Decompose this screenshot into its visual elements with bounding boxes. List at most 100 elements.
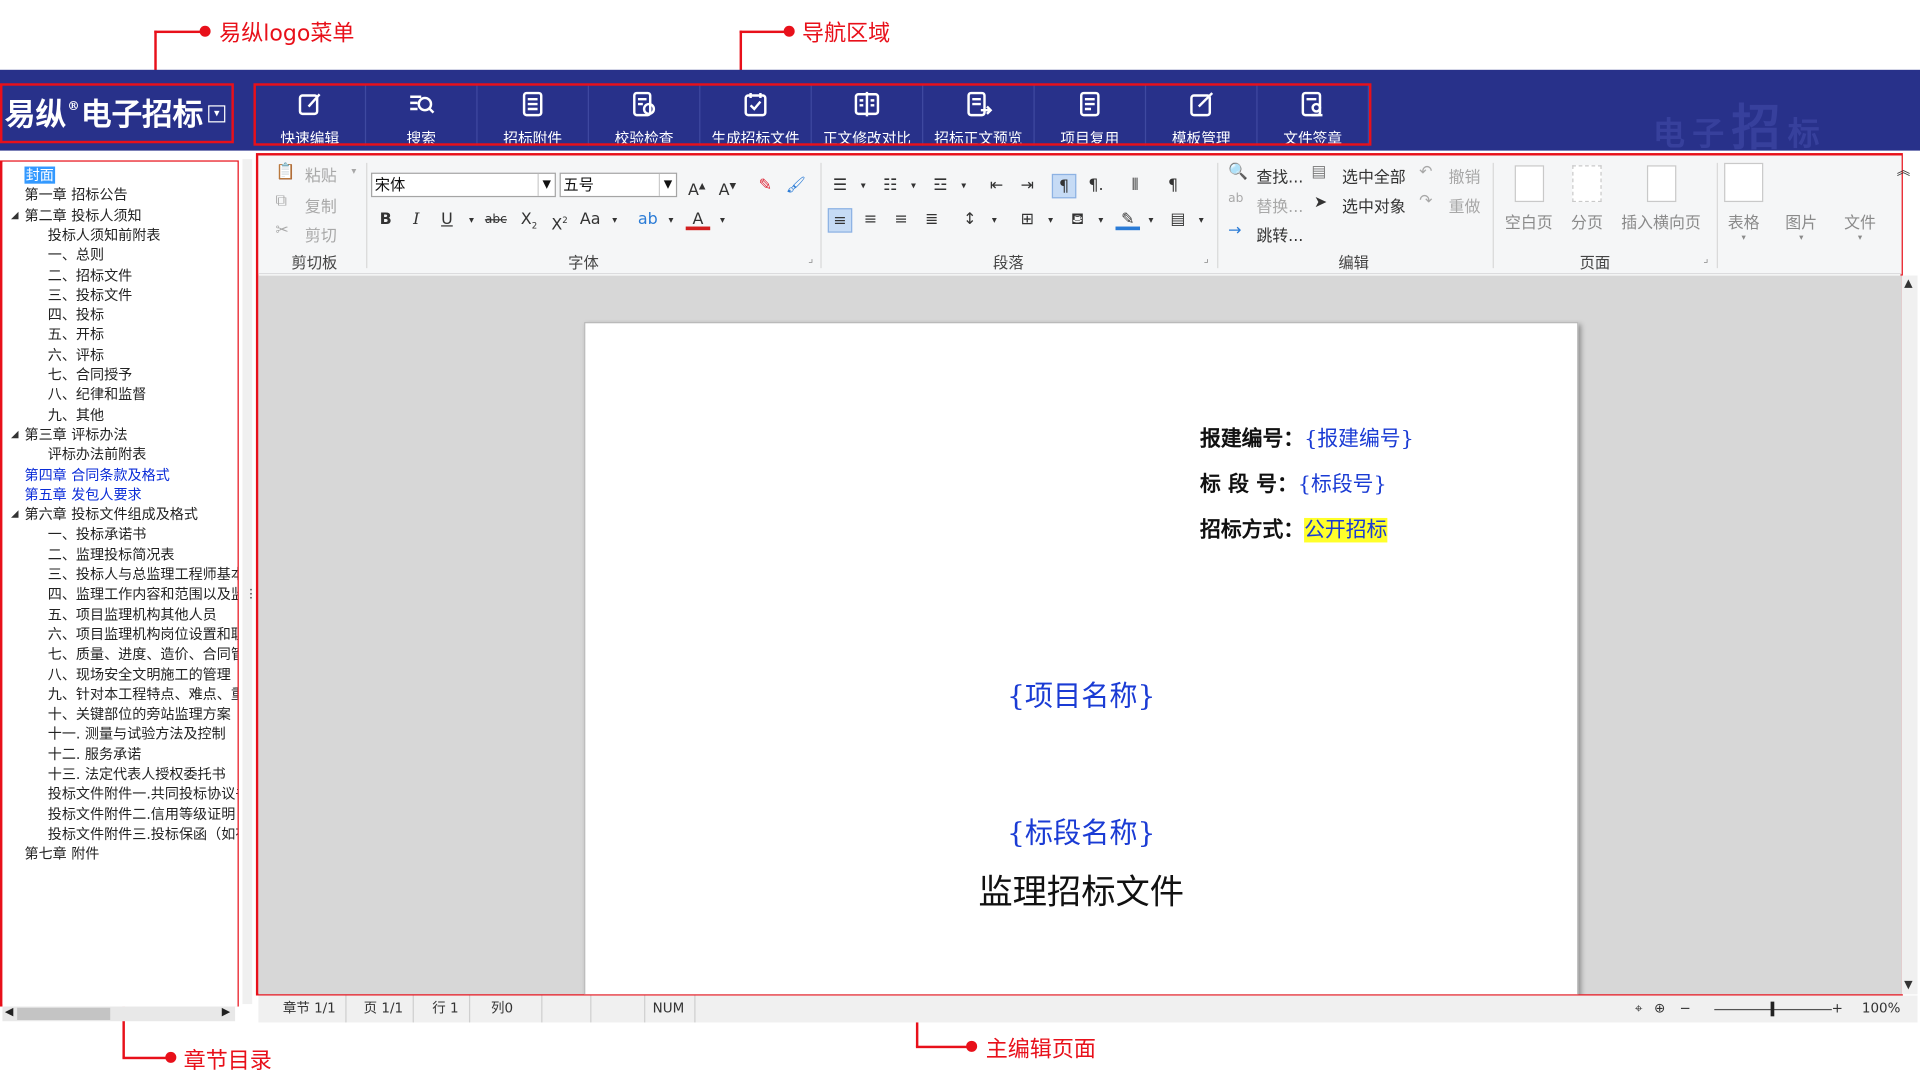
expand-toggle-icon[interactable]: ◢ — [11, 205, 19, 225]
tree-item[interactable]: 二、监理投标简况表 — [48, 545, 175, 565]
tree-item[interactable]: 十二. 服务承诺 — [48, 744, 141, 764]
nav-button-7[interactable]: 招标正文预览 — [923, 84, 1035, 147]
multilevel-list-icon[interactable]: ☲ — [928, 174, 952, 198]
tree-item[interactable]: 九、其他 — [48, 405, 104, 425]
borders-icon[interactable]: ⊞ — [1015, 208, 1039, 232]
tree-item[interactable]: 三、投标人与总监理工程师基本情况 — [48, 564, 238, 584]
bold-icon[interactable]: B — [373, 208, 397, 232]
tree-item[interactable]: ◢ 第三章 评标办法 — [11, 425, 128, 445]
shrink-font-icon[interactable]: A▼ — [715, 174, 739, 200]
highlight-dropdown-icon[interactable]: ▾ — [1139, 208, 1163, 232]
numbering-dropdown-icon[interactable]: ▾ — [901, 174, 925, 198]
justify-icon[interactable]: ≣ — [920, 208, 944, 232]
scroll-up-icon[interactable]: ▲ — [1904, 278, 1912, 290]
nav-button-3[interactable]: 招标附件 — [478, 84, 589, 147]
nav-button-6[interactable]: 正文修改对比 — [812, 84, 924, 147]
document-title[interactable]: 监理招标文件 — [585, 866, 1577, 915]
project-name-placeholder[interactable]: {项目名称} — [585, 672, 1577, 714]
zoom-out-button[interactable]: − — [1680, 1000, 1691, 1016]
cover-meta-row[interactable]: 标 段 号：{标段号} — [1200, 467, 1387, 497]
bullets-icon[interactable]: ☰ — [828, 174, 852, 198]
tree-item[interactable]: 一、总则 — [48, 245, 104, 265]
tree-item[interactable]: 十三. 法定代表人授权委托书 — [48, 764, 226, 784]
nav-button-10[interactable]: 文件签章 — [1258, 84, 1369, 147]
collapse-ribbon-icon[interactable]: ︽ — [1897, 160, 1910, 180]
tree-item[interactable]: 封面 — [24, 165, 56, 185]
editor-vertical-scrollbar[interactable]: ▲ ▼ — [1901, 275, 1918, 995]
paste-dropdown-icon[interactable]: ▾ — [351, 165, 356, 176]
pane-splitter[interactable]: ⋮ — [242, 159, 257, 1005]
fit-page-icon[interactable]: ⌖ — [1635, 1000, 1643, 1016]
tree-item[interactable]: 五、项目监理机构其他人员 — [48, 604, 217, 624]
tree-item[interactable]: 四、监理工作内容和范围以及监理目标 — [48, 584, 238, 604]
expand-toggle-icon[interactable]: ◢ — [11, 505, 19, 525]
clear-format-icon[interactable]: ✎ — [753, 174, 777, 198]
tree-item[interactable]: 投标人须知前附表 — [48, 225, 161, 245]
select-object-button[interactable]: 选中对象 — [1342, 193, 1406, 216]
grow-font-icon[interactable]: A▲ — [684, 174, 708, 200]
sort-icon[interactable]: ⫴ — [1123, 174, 1147, 198]
text-effect-icon[interactable]: ab — [636, 208, 660, 232]
bullets-dropdown-icon[interactable]: ▾ — [851, 174, 875, 198]
underline-icon[interactable]: U — [435, 208, 459, 232]
tree-item[interactable]: 四、投标 — [48, 305, 104, 325]
expand-toggle-icon[interactable]: ◢ — [11, 425, 19, 445]
cover-meta-row[interactable]: 报建编号：{报建编号} — [1200, 421, 1414, 451]
borders-dropdown-icon[interactable]: ▾ — [1038, 208, 1062, 232]
tree-item[interactable]: 第五章 发包人要求 — [24, 485, 141, 505]
decrease-indent-icon[interactable]: ⇤ — [984, 174, 1008, 198]
change-case-icon[interactable]: Aa — [578, 208, 602, 232]
insert-table-button[interactable]: 表格 ▾ — [1724, 162, 1764, 242]
line-spacing-icon[interactable]: ↕ — [958, 208, 982, 232]
tree-item[interactable]: ◢ 第二章 投标人须知 — [11, 205, 142, 225]
align-right-icon[interactable]: ≡ — [889, 208, 913, 232]
tree-item[interactable]: 八、现场安全文明施工的管理 — [48, 664, 231, 684]
tree-item[interactable]: 二、招标文件 — [48, 265, 132, 285]
tree-item[interactable]: 七、质量、进度、造价、合同管理 — [48, 644, 238, 664]
page-break-button[interactable]: 分页 — [1571, 165, 1603, 233]
tree-item[interactable]: 第七章 附件 — [24, 844, 99, 864]
align-center-icon[interactable]: ≡ — [858, 208, 882, 232]
document-page[interactable]: 报建编号：{报建编号} 标 段 号：{标段号} 招标方式：公开招标 {项目名称} {… — [584, 322, 1579, 995]
rtl-icon[interactable]: ¶. — [1084, 174, 1108, 198]
scroll-down-icon[interactable]: ▼ — [1904, 980, 1912, 992]
show-marks-icon[interactable]: ¶ — [1161, 174, 1185, 198]
highlight-icon[interactable]: ✎ — [1115, 208, 1141, 231]
ltr-icon[interactable]: ¶ — [1051, 173, 1077, 199]
font-color-dropdown-icon[interactable]: ▾ — [710, 208, 734, 232]
tree-item[interactable]: 投标文件附件二.信用等级证明 — [48, 804, 236, 824]
tree-item[interactable]: 六、评标 — [48, 345, 104, 365]
redo-button[interactable]: 重做 — [1449, 193, 1481, 216]
logo-dropdown-icon[interactable]: ▾ — [208, 105, 226, 123]
align-left-icon[interactable]: ≡ — [827, 208, 853, 233]
tree-item[interactable]: ◢ 第六章 投标文件组成及格式 — [11, 505, 198, 525]
line-style-icon[interactable]: ▤ — [1166, 208, 1190, 232]
tree-item[interactable]: 十、关键部位的旁站监理方案 — [48, 704, 231, 724]
superscript-icon[interactable]: X2 — [547, 208, 571, 235]
nav-button-9[interactable]: 模板管理 — [1146, 84, 1258, 147]
strikethrough-icon[interactable]: abc — [484, 208, 508, 232]
subscript-icon[interactable]: X2 — [517, 208, 541, 232]
fit-width-icon[interactable]: ⊕ — [1654, 1000, 1665, 1016]
tree-horizontal-scrollbar[interactable]: ◀ ▶ — [2, 1006, 236, 1022]
text-effect-dropdown-icon[interactable]: ▾ — [659, 208, 683, 232]
insert-image-button[interactable]: 图片 ▾ — [1785, 163, 1817, 242]
shading-dropdown-icon[interactable]: ▾ — [1089, 208, 1113, 232]
tree-item[interactable]: 十一. 测量与试验方法及控制 — [48, 724, 226, 744]
font-size-select[interactable]: 五号 ▼ — [559, 172, 678, 198]
tree-item[interactable]: 第一章 招标公告 — [24, 185, 127, 205]
scroll-thumb[interactable] — [17, 1007, 111, 1021]
tree-item[interactable]: 评标办法前附表 — [48, 445, 147, 465]
tree-item[interactable]: 七、合同授予 — [48, 365, 132, 385]
goto-button[interactable]: 跳转... — [1256, 223, 1303, 246]
select-all-button[interactable]: 选中全部 — [1342, 164, 1406, 187]
insert-file-button[interactable]: 文件 ▾ — [1844, 163, 1876, 242]
scroll-left-icon[interactable]: ◀ — [5, 1007, 13, 1019]
replace-button[interactable]: 替换... — [1256, 193, 1303, 216]
tree-item[interactable]: 投标文件附件一.共同投标协议书 — [48, 784, 238, 804]
page-dialog-launcher-icon[interactable]: ⌟ — [1703, 253, 1708, 265]
zoom-slider-thumb[interactable] — [1770, 1001, 1775, 1017]
font-dialog-launcher-icon[interactable]: ⌟ — [808, 253, 813, 265]
cover-meta-row[interactable]: 招标方式：公开招标 — [1200, 512, 1388, 543]
increase-indent-icon[interactable]: ⇥ — [1015, 174, 1039, 198]
